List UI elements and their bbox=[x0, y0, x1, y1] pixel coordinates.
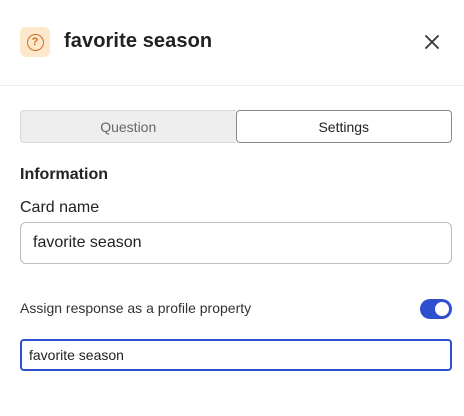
profile-property-input[interactable] bbox=[20, 339, 452, 371]
tab-question[interactable]: Question bbox=[20, 110, 236, 143]
settings-panel: ? favorite season Question Settings Info… bbox=[0, 0, 464, 416]
card-name-input[interactable] bbox=[20, 222, 452, 264]
panel-title: favorite season bbox=[64, 30, 213, 52]
tab-settings[interactable]: Settings bbox=[235, 110, 452, 143]
close-button[interactable] bbox=[420, 30, 444, 54]
question-circle-icon: ? bbox=[20, 27, 50, 57]
tab-bar: Question Settings bbox=[20, 110, 452, 143]
assign-profile-property-toggle[interactable] bbox=[420, 299, 452, 319]
assign-profile-property-label: Assign response as a profile property bbox=[20, 300, 252, 316]
toggle-knob bbox=[435, 302, 449, 316]
close-icon bbox=[425, 35, 439, 49]
information-heading: Information bbox=[20, 166, 108, 183]
card-name-label: Card name bbox=[20, 199, 100, 216]
panel-header: ? favorite season bbox=[0, 0, 464, 86]
